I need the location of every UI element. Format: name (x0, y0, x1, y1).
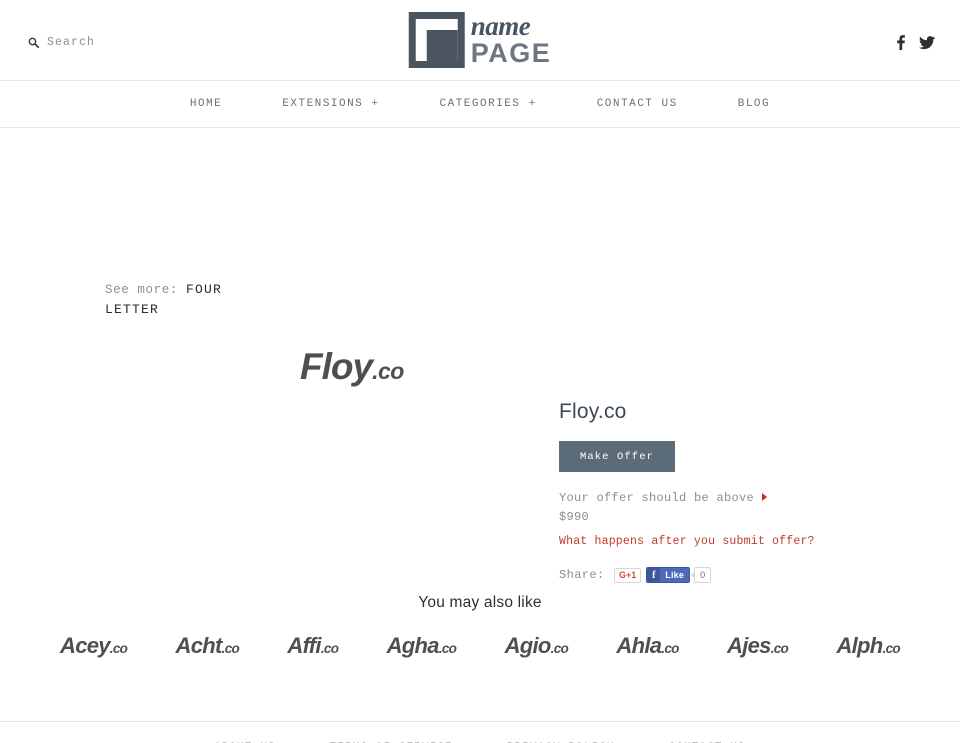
footer-navigation: ABOUT US TERMS OF SERVICE PRIVACY POLICY… (0, 722, 960, 743)
site-logo[interactable]: n name PAGE (408, 11, 552, 69)
search-label: Search (47, 36, 96, 49)
related-domains-list: Acey.co Acht.co Affi.co Agha.co Agio.co … (60, 633, 901, 659)
facebook-like-button[interactable]: f Like (646, 567, 691, 583)
related-domain-agha[interactable]: Agha.co (387, 633, 457, 659)
related-domain-acht[interactable]: Acht.co (176, 633, 240, 659)
also-like-title: You may also like (418, 594, 542, 611)
logo-page-text: PAGE (470, 38, 552, 69)
make-offer-button[interactable]: Make Offer (559, 441, 675, 472)
related-domain-tld: .co (661, 641, 679, 656)
main-navigation: HOME EXTENSIONS + CATEGORIES + CONTACT U… (0, 81, 960, 128)
related-domain-affi[interactable]: Affi.co (287, 633, 339, 659)
related-domain-tld: .co (221, 641, 240, 656)
related-domain-name: Ahla (616, 633, 662, 658)
related-domain-tld: .co (438, 641, 457, 656)
related-domain-tld: .co (109, 641, 128, 656)
nav-item-blog[interactable]: BLOG (708, 98, 800, 110)
related-domain-name: Agio (504, 633, 552, 658)
nav-item-extensions[interactable]: EXTENSIONS + (252, 98, 409, 110)
search-button[interactable]: Search (28, 36, 95, 49)
related-domain-name: Affi (287, 633, 321, 658)
logo-mark-icon: n (408, 12, 465, 68)
logo-mark-letter: n (427, 17, 445, 52)
arrow-right-icon (762, 493, 767, 501)
facebook-like-count[interactable]: 0 (691, 567, 712, 583)
see-more-block: See more: FOUR LETTER (105, 280, 245, 320)
related-domain-name: Agha (386, 633, 440, 658)
facebook-f-icon: f (647, 568, 661, 582)
related-domain-tld: .co (882, 641, 901, 656)
domain-logo-tld: .co (372, 358, 404, 384)
related-domain-alph[interactable]: Alph.co (836, 633, 901, 659)
logo-name-text: name (470, 11, 531, 42)
offer-minimum-note: Your offer should be above $990 (559, 489, 774, 527)
related-domain-ahla[interactable]: Ahla.co (616, 633, 679, 659)
site-header: Search n name PAGE (0, 0, 960, 81)
related-domain-name: Ajes (727, 633, 771, 658)
related-domain-tld: .co (320, 641, 339, 656)
domain-logo-art: Floy.co (300, 346, 404, 388)
facebook-like-label: Like (660, 568, 690, 582)
related-domain-name: Acey (60, 633, 110, 658)
offer-minimum-text: Your offer should be above $990 (559, 491, 755, 524)
header-social-links (897, 35, 936, 55)
nav-item-home[interactable]: HOME (160, 98, 252, 110)
share-row: Share: G+1 f Like 0 (559, 567, 859, 583)
related-domain-name: Acht (175, 633, 223, 658)
related-domain-name: Alph (836, 633, 883, 658)
related-domain-ajes[interactable]: Ajes.co (727, 633, 789, 659)
related-domain-agio[interactable]: Agio.co (504, 633, 569, 659)
main-content: See more: FOUR LETTER Floy.co Floy.co Ma… (0, 128, 960, 743)
domain-detail-panel: Floy.co Make Offer Your offer should be … (559, 400, 859, 583)
facebook-icon[interactable] (897, 35, 905, 55)
what-happens-link[interactable]: What happens after you submit offer? (559, 535, 859, 548)
see-more-prefix: See more: (105, 283, 178, 297)
search-icon (28, 37, 39, 48)
related-domain-tld: .co (770, 641, 789, 656)
nav-item-contact-us[interactable]: CONTACT US (567, 98, 708, 110)
page-title: Floy.co (559, 400, 627, 423)
related-domain-tld: .co (550, 641, 569, 656)
google-plus-one-button[interactable]: G+1 (614, 567, 642, 583)
domain-logo-name: Floy (300, 346, 373, 387)
related-domain-acey[interactable]: Acey.co (60, 633, 128, 659)
twitter-icon[interactable] (919, 35, 936, 55)
nav-item-categories[interactable]: CATEGORIES + (409, 98, 566, 110)
share-label: Share: (559, 568, 605, 582)
